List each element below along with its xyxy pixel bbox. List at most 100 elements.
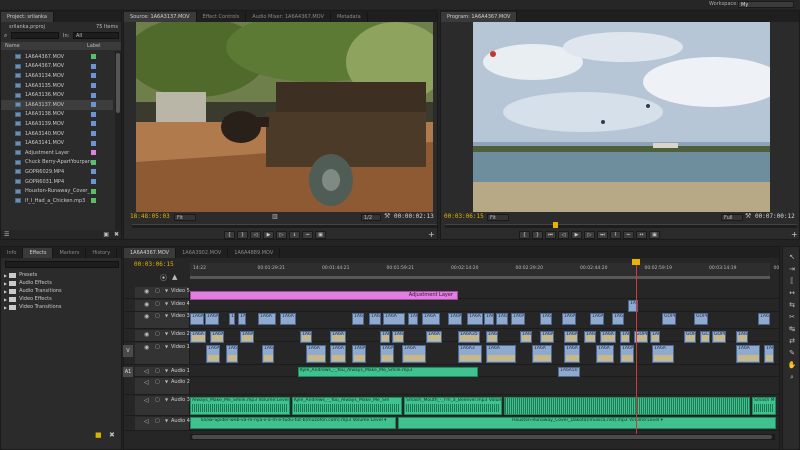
effects-folder[interactable]: ▶ Video Transitions	[4, 303, 61, 311]
program-mini-timeline[interactable]	[445, 224, 797, 228]
play-button[interactable]: ▶	[263, 231, 274, 239]
source-add-icon[interactable]: +	[428, 230, 435, 239]
tab-source-3[interactable]: Metadata	[331, 12, 368, 22]
expand-triangle-icon[interactable]: ▼	[165, 313, 168, 318]
video-clip[interactable]: 1A6A	[306, 345, 326, 363]
label-color-swatch[interactable]	[91, 159, 96, 165]
video-clip[interactable]: 1A6A	[448, 313, 462, 325]
video-clip[interactable]: GOPR	[712, 331, 726, 343]
program-quality-select[interactable]: Full	[721, 214, 743, 221]
video-clip[interactable]: 1A6A	[736, 331, 748, 343]
list-item[interactable]: 1A6A3134.MOV	[1, 71, 113, 81]
video-clip[interactable]: 1A6A	[392, 331, 404, 343]
speaker-icon[interactable]: ◁	[144, 379, 149, 386]
video-clip[interactable]: 1A6A	[210, 331, 224, 343]
program-fit-select[interactable]: Fit	[487, 214, 509, 221]
program-playhead-marker[interactable]	[553, 222, 558, 228]
video-clip[interactable]: 1A6A	[383, 313, 405, 325]
audio3-clip-filler[interactable]	[504, 397, 750, 415]
video-clip[interactable]: 1A6A	[564, 331, 578, 343]
mark-in-button[interactable]: {	[224, 231, 235, 239]
video-clip[interactable]: 1A6A	[486, 331, 498, 343]
video-clip[interactable]: 1A6A	[422, 313, 440, 325]
lock-icon[interactable]: ▢	[155, 344, 160, 350]
list-item[interactable]: If_I_Had_a_Chicken.mp3	[1, 196, 113, 206]
disclosure-triangle-icon[interactable]: ▶	[4, 289, 7, 294]
video-clip[interactable]: 1A6A	[564, 345, 580, 363]
speaker-icon[interactable]: ◁	[144, 418, 149, 425]
source-mini-timeline[interactable]	[132, 224, 437, 228]
list-view-icon[interactable]: ☰	[4, 231, 9, 238]
timeline-scrollbar[interactable]	[190, 434, 775, 440]
label-color-swatch[interactable]	[91, 131, 96, 137]
tab-program[interactable]: Program: 1A6A4367.MOV	[441, 12, 518, 22]
expand-triangle-icon[interactable]: ▼	[165, 288, 168, 293]
tab-source-0[interactable]: Source: 1A6A3137.MOV	[124, 12, 197, 22]
go-to-out-button[interactable]: ⏭	[597, 231, 608, 239]
expand-triangle-icon[interactable]: ▼	[165, 418, 168, 423]
list-item[interactable]: 1A6A4367.MOV	[1, 52, 113, 62]
disclosure-triangle-icon[interactable]: ▶	[4, 273, 7, 278]
video-clip[interactable]: 1A6A	[190, 331, 206, 343]
tab-info[interactable]: Info	[1, 248, 24, 258]
video-clip[interactable]: 1A6A	[612, 313, 624, 325]
ripple-edit-tool-icon[interactable]: ⟦	[787, 277, 797, 286]
adjustment-layer-clip[interactable]: Adjustment Layer	[190, 291, 458, 300]
trim-button[interactable]: ↔	[636, 231, 647, 239]
marker-icon[interactable]: ▲	[172, 273, 177, 281]
export-frame-button[interactable]: ▣	[315, 231, 326, 239]
razor-tool-icon[interactable]: ✂	[787, 313, 797, 322]
play-button[interactable]: ▶	[571, 231, 582, 239]
list-item[interactable]: GOPR6031.MP4	[1, 177, 113, 187]
video-clip[interactable]: 1A6A	[205, 313, 219, 325]
list-item[interactable]: 1A6A3139.MOV	[1, 119, 113, 129]
rate-stretch-tool-icon[interactable]: ⇆	[787, 301, 797, 310]
audio1-small-clip[interactable]: 1A6A50	[558, 367, 580, 377]
program-timecode[interactable]: 00:03:06:15	[444, 213, 484, 220]
video-clip[interactable]: 1A6A	[330, 331, 346, 343]
lock-icon[interactable]: ▢	[155, 379, 160, 385]
video-clip[interactable]: 1A6A	[496, 313, 508, 325]
zoom-tool-icon[interactable]: ⌕	[787, 373, 797, 382]
video-clip[interactable]: 1A6A	[620, 331, 630, 343]
eye-icon[interactable]: ◉	[144, 301, 149, 308]
timeline-playhead[interactable]	[636, 262, 637, 436]
expand-triangle-icon[interactable]: ▼	[165, 344, 168, 349]
export-frame-button[interactable]: ▣	[649, 231, 660, 239]
label-color-swatch[interactable]	[91, 83, 96, 89]
eye-icon[interactable]: ◉	[144, 344, 149, 351]
video-clip[interactable]: 1A6A	[402, 345, 426, 363]
audio1-clip[interactable]: Kyle_Andrews_-_You_Always_Make_Me_Smile.…	[298, 367, 478, 377]
video-clip[interactable]: 1A6A35	[458, 331, 480, 343]
video-clip[interactable]: 1A6A	[584, 331, 596, 343]
tab-source-1[interactable]: Effect Controls	[197, 12, 247, 22]
in-select[interactable]: All	[73, 32, 119, 39]
mark-out-button[interactable]: }	[237, 231, 248, 239]
snap-icon[interactable]: ⦿	[160, 273, 167, 283]
video-clip[interactable]: 1A6A	[380, 345, 394, 363]
disclosure-triangle-icon[interactable]: ▶	[4, 297, 7, 302]
lock-icon[interactable]: ▢	[155, 397, 160, 403]
new-bin-icon[interactable]: ■	[95, 431, 102, 439]
program-settings-icon[interactable]: ⚒	[745, 212, 751, 220]
label-color-swatch[interactable]	[91, 63, 96, 69]
track-select-tool-icon[interactable]: ⇥	[787, 265, 797, 274]
label-color-swatch[interactable]	[91, 179, 96, 185]
video-clip[interactable]: 1A6A	[590, 313, 604, 325]
trash-icon[interactable]: ✖	[109, 431, 115, 439]
video-clip[interactable]: 1A6A	[380, 331, 390, 343]
label-color-swatch[interactable]	[91, 140, 96, 146]
source-resolution-select[interactable]: 1/2	[361, 214, 381, 221]
overwrite-button[interactable]: ⭲	[302, 231, 313, 239]
pen-tool-icon[interactable]: ✎	[787, 349, 797, 358]
audio4-clip[interactable]: Snow-Spider-web-va-m-nya-v-a-m-e-tudu-tu…	[190, 417, 396, 429]
video-clip[interactable]: GOPR	[694, 313, 708, 325]
video-clip[interactable]: 1A6A	[280, 313, 296, 325]
video-clip[interactable]: 1A6A	[206, 345, 220, 363]
video-clip[interactable]: 1A6A	[650, 331, 660, 343]
source-patch-video[interactable]: V	[123, 345, 133, 357]
list-item[interactable]: 1A6A3141.MOV	[1, 138, 113, 148]
lift-button[interactable]: ⭱	[610, 231, 621, 239]
timeline-ruler[interactable]: 14:22 00:01:29:21 00:01:44:21 00:01:59:21 00…	[190, 263, 779, 277]
source-mark-icon[interactable]: ▥	[272, 213, 278, 220]
